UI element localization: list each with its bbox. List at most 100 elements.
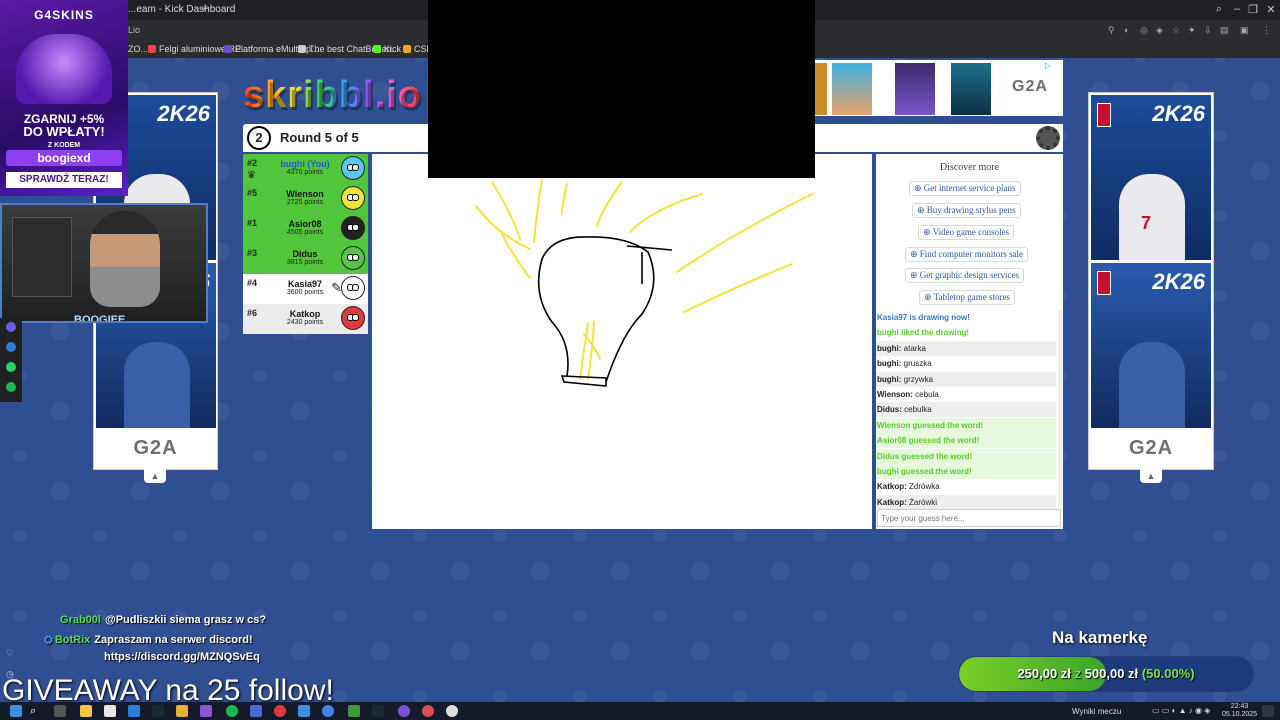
app-icon[interactable] (6, 322, 16, 332)
extension-icon[interactable]: ◈ (1156, 25, 1163, 36)
player-list: #2 ♛ bughi (You) 4370 points #5 Wienson 2725 p… (243, 154, 368, 334)
app-icon[interactable] (250, 705, 262, 717)
discover-title: Discover more (939, 162, 1000, 173)
maximize-button[interactable]: ❐ (1244, 3, 1262, 16)
player-row[interactable]: #4 Kasia97 3600 points ✎ (243, 274, 368, 304)
translate-icon[interactable]: ◐ (1124, 25, 1129, 35)
messenger-icon[interactable] (6, 342, 16, 352)
app-icon[interactable] (200, 705, 212, 717)
collapse-ad-button[interactable]: ▲ (144, 469, 166, 483)
steam-icon[interactable] (372, 705, 384, 717)
app-icon[interactable] (446, 705, 458, 717)
task-view-icon[interactable] (54, 705, 66, 717)
weather-widget[interactable]: Wyniki meczu (1072, 707, 1121, 716)
player-avatar (341, 246, 365, 270)
app-icon[interactable] (298, 705, 310, 717)
discover-link-label: Find computer monitors sale (919, 249, 1024, 259)
search-icon[interactable]: ⌕ (30, 705, 42, 717)
app-icon[interactable] (398, 705, 410, 717)
ad-thumbnail (832, 63, 872, 115)
right-side-ad[interactable]: 2K26 7 2K26 G2A (1088, 92, 1214, 470)
browser-tab[interactable]: ...eam - Kick Dashboard (128, 4, 235, 15)
player-row[interactable]: #5 Wienson 2725 points (243, 184, 368, 214)
chat-message: bughi liked the drawing! (876, 325, 1056, 340)
g2a-text: G2A (133, 437, 178, 459)
discover-link[interactable]: ⊕ Video game consoles (918, 225, 1015, 240)
player-row[interactable]: #1 Asior08 4505 points (243, 214, 368, 244)
promo-code: boogiexd (6, 150, 122, 166)
app-icon[interactable] (176, 705, 188, 717)
top-banner-ad[interactable]: G2A ▷ (815, 60, 1063, 116)
downloads-icon[interactable]: ⇩ (1204, 25, 1212, 36)
discover-link[interactable]: ⊕ Get graphic design services (905, 268, 1025, 283)
nba-logo (1097, 103, 1111, 127)
lock-icon[interactable]: ▣ (1240, 25, 1249, 36)
chrome-icon[interactable] (322, 705, 334, 717)
goal-title: Na kamerkę (1052, 628, 1148, 647)
ad-choices-icon[interactable]: ▷ (1045, 61, 1051, 70)
heart-icon[interactable]: ♡ (6, 648, 14, 658)
player-points: 4370 points (286, 169, 324, 176)
chat-text: Zdrówka (909, 482, 940, 492)
bookmark-star-icon[interactable]: ☆ (1172, 25, 1180, 36)
bookmark-item[interactable]: ZO... (128, 44, 148, 54)
app-icon[interactable] (104, 705, 116, 717)
chat-username: bughi: (877, 343, 902, 353)
chat-messages[interactable]: Kasia97 is drawing now! bughi liked the d… (876, 310, 1056, 510)
notifications-icon[interactable] (1262, 705, 1274, 717)
screenshot-icon[interactable]: ◎ (1140, 25, 1148, 36)
chevron-up-icon: ▲ (150, 471, 160, 481)
search-tabs-icon[interactable]: ⌕ (1210, 3, 1228, 16)
ad-player-image (1119, 342, 1185, 428)
opera-icon[interactable] (274, 705, 286, 717)
goal-percent: (50.00%) (1141, 666, 1195, 681)
taskbar-clock[interactable]: 22:43 05.10.2025 (1222, 703, 1257, 719)
guess-input[interactable] (877, 509, 1061, 527)
bookmark-favicon-icon (148, 45, 156, 53)
whatsapp-icon[interactable] (6, 362, 16, 372)
chat-message: Wienson guessed the word! (876, 417, 1056, 433)
discover-link-label: Tabletop game stores (933, 292, 1010, 302)
minecraft-icon[interactable] (348, 705, 360, 717)
player-row[interactable]: #3 Didus 3815 points (243, 244, 368, 274)
player-points: 3815 points (286, 259, 324, 266)
steam-icon[interactable] (152, 705, 164, 717)
chat-panel: Discover more ⊕ Get internet service pla… (876, 154, 1063, 529)
address-text[interactable]: Lio (128, 25, 140, 35)
discover-link[interactable]: ⊕ Buy drawing stylus pens (912, 203, 1021, 218)
extensions-puzzle-icon[interactable]: ✦ (1188, 25, 1196, 36)
close-window-button[interactable]: ✕ (1262, 3, 1280, 16)
player-rank: #2 (247, 158, 258, 168)
chat-text: cebulka (904, 405, 932, 415)
player-row[interactable]: #2 ♛ bughi (You) 4370 points (243, 154, 368, 184)
player-avatar (341, 156, 365, 180)
file-explorer-icon[interactable] (80, 705, 92, 717)
zoom-icon[interactable]: ⚲ (1108, 25, 1115, 36)
app-icon[interactable] (128, 705, 140, 717)
plus-circle-icon: ⊕ (910, 249, 920, 259)
chat-username: BotRix (54, 634, 91, 646)
settings-gear-icon[interactable] (1036, 126, 1060, 150)
chat-scrollbar[interactable] (1058, 310, 1062, 506)
menu-icon[interactable]: ⋮ (1262, 25, 1271, 36)
player-name: Katkop (289, 309, 321, 319)
system-tray-icons[interactable]: ▭ ▭ ◐ ▲ ♪ ◉ ◈ (1152, 706, 1210, 715)
app-icon[interactable] (422, 705, 434, 717)
chevron-up-icon: ▲ (1146, 471, 1156, 481)
spotify-icon[interactable] (226, 705, 238, 717)
collapse-ad-button[interactable]: ▲ (1140, 469, 1162, 483)
plus-circle-icon: ⊕ (917, 205, 927, 215)
windows-start-icon[interactable] (10, 705, 22, 717)
discover-link[interactable]: ⊕ Tabletop game stores (919, 290, 1015, 305)
new-tab-button[interactable]: + (198, 2, 212, 16)
player-avatar (341, 306, 365, 330)
spotify-icon[interactable] (6, 382, 16, 392)
player-row[interactable]: #6 Katkop 2430 points (243, 304, 368, 334)
drawing-canvas[interactable] (372, 154, 872, 529)
discover-link[interactable]: ⊕ Get internet service plans (909, 181, 1021, 196)
discover-link[interactable]: ⊕ Find computer monitors sale (905, 247, 1029, 262)
player-name: bughi (You) (280, 159, 330, 169)
bookmark-item[interactable]: Kick (373, 44, 401, 54)
sidebar-icon[interactable]: ▤ (1220, 25, 1229, 36)
chat-username: bughi: (877, 374, 902, 384)
